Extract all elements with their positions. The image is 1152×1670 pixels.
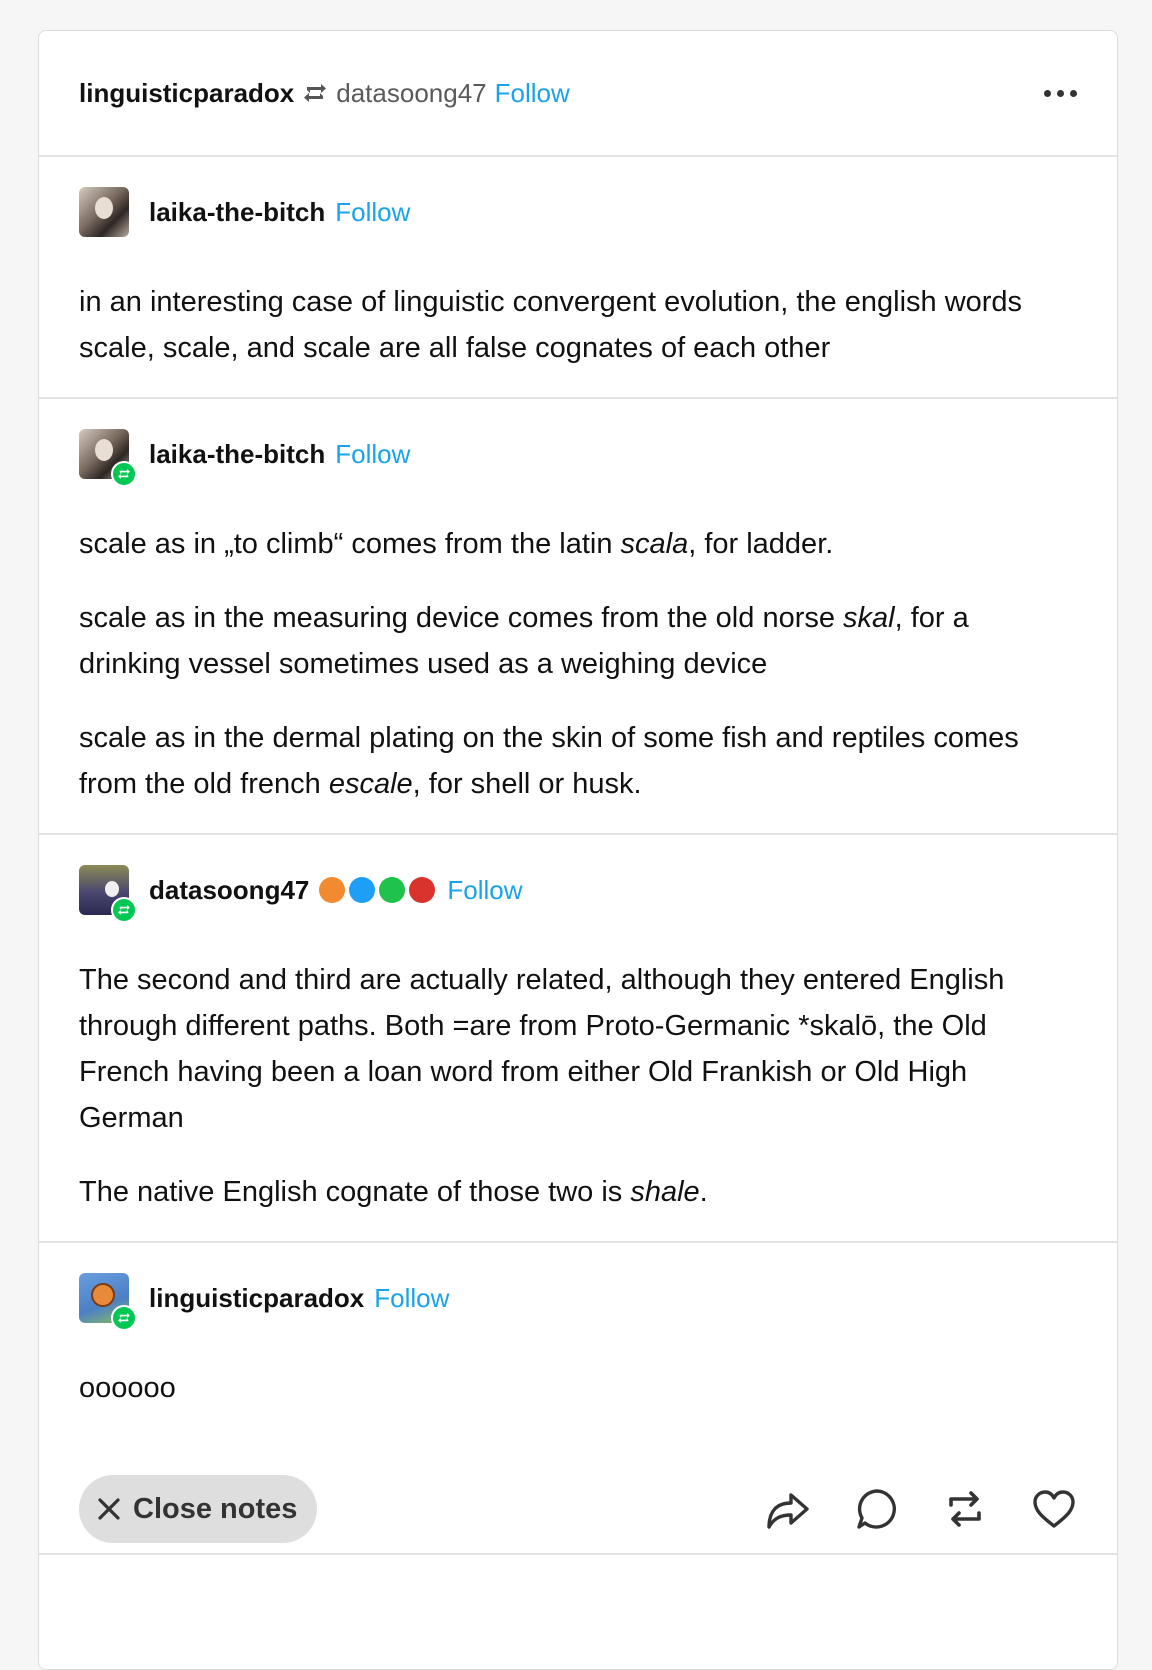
reblog-badge-icon	[111, 1305, 137, 1331]
reblog-entry: datasoong47 Follow The second and third …	[39, 835, 1117, 1243]
entry-follow-button[interactable]: Follow	[335, 439, 410, 470]
reblog-badge-icon	[111, 897, 137, 923]
header-follow-button[interactable]: Follow	[495, 78, 570, 109]
entry-paragraph: oooooo	[79, 1372, 176, 1404]
avatar[interactable]	[79, 865, 137, 923]
green-check-badge-icon[interactable]	[379, 877, 406, 903]
share-icon[interactable]	[765, 1487, 811, 1531]
close-icon	[97, 1497, 121, 1521]
post-footer: Close notes	[39, 1467, 1117, 1551]
avatar[interactable]	[79, 1273, 137, 1331]
divider	[39, 1553, 1117, 1555]
blue-check-badge-icon[interactable]	[349, 877, 376, 903]
header-reblogged-from[interactable]: datasoong47	[336, 78, 486, 109]
entry-username[interactable]: laika-the-bitch	[149, 197, 325, 228]
orange-badge-icon[interactable]	[319, 877, 346, 903]
reblog-entry: laika-the-bitch Follow in an interesting…	[39, 157, 1117, 399]
post-card: linguisticparadox datasoong47 Follow lai…	[38, 30, 1118, 1670]
reblog-icon	[302, 81, 328, 105]
entry-username[interactable]: laika-the-bitch	[149, 439, 325, 470]
user-badges	[319, 877, 436, 903]
reblog-badge-icon	[111, 461, 137, 487]
post-actions	[765, 1487, 1077, 1531]
reblog-entry: laika-the-bitch Follow scale as in „to c…	[39, 399, 1117, 835]
entry-paragraph: The second and third are actually relate…	[79, 964, 1005, 1134]
entry-content: The second and third are actually relate…	[79, 957, 1077, 1215]
reply-icon[interactable]	[855, 1487, 899, 1531]
entry-follow-button[interactable]: Follow	[374, 1283, 449, 1314]
like-heart-icon[interactable]	[1031, 1488, 1077, 1530]
entry-username[interactable]: linguisticparadox	[149, 1283, 364, 1314]
entry-paragraph: scale as in „to climb“ comes from the la…	[79, 528, 834, 560]
avatar[interactable]	[79, 429, 137, 487]
entry-paragraph: in an interesting case of linguistic con…	[79, 286, 1023, 364]
post-header: linguisticparadox datasoong47 Follow	[39, 31, 1117, 157]
close-notes-label: Close notes	[133, 1492, 298, 1525]
entry-follow-button[interactable]: Follow	[335, 197, 410, 228]
more-options-icon[interactable]	[1044, 89, 1077, 97]
entry-content: oooooo	[79, 1365, 1077, 1411]
entry-content: in an interesting case of linguistic con…	[79, 279, 1077, 371]
entry-content: scale as in „to climb“ comes from the la…	[79, 521, 1077, 807]
close-notes-button[interactable]: Close notes	[79, 1475, 318, 1543]
entry-paragraph: scale as in the measuring device comes f…	[79, 602, 969, 680]
entry-username[interactable]: datasoong47	[149, 875, 309, 906]
avatar[interactable]	[79, 187, 129, 237]
reblog-entry: linguisticparadox Follow oooooo	[39, 1243, 1117, 1441]
entry-paragraph: The native English cognate of those two …	[79, 1176, 708, 1208]
entry-paragraph: scale as in the dermal plating on the sk…	[79, 722, 1019, 800]
header-username[interactable]: linguisticparadox	[79, 78, 294, 109]
entry-follow-button[interactable]: Follow	[447, 875, 522, 906]
red-badge-icon[interactable]	[409, 877, 436, 903]
reblog-icon[interactable]	[943, 1487, 987, 1531]
